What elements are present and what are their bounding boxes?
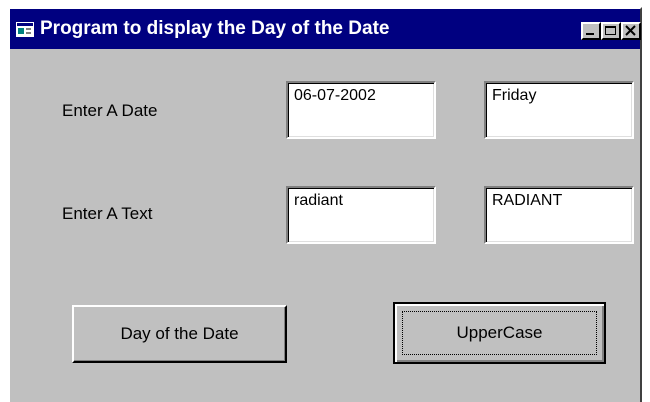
close-button[interactable] [621,22,641,40]
minimize-icon [586,33,594,35]
app-window: Program to display the Day of the Date E… [8,7,642,402]
title-bar[interactable]: Program to display the Day of the Date [10,9,641,49]
day-of-the-date-button-label: Day of the Date [120,324,239,343]
maximize-icon [605,26,616,35]
app-window-icon [16,22,34,37]
date-label: Enter A Date [62,101,158,120]
date-input[interactable]: 06-07-2002 [286,81,436,139]
text-input[interactable]: radiant [286,186,436,244]
close-icon [625,25,636,36]
window-title: Program to display the Day of the Date [40,18,390,39]
uppercase-button[interactable]: UpperCase [393,302,606,364]
uppercase-output-field[interactable]: RADIANT [484,186,634,244]
text-label: Enter A Text [62,204,153,223]
uppercase-button-label: UpperCase [456,323,543,342]
maximize-button[interactable] [601,22,621,40]
day-of-the-date-button[interactable]: Day of the Date [72,305,287,363]
day-output-field[interactable]: Friday [484,81,634,139]
minimize-button[interactable] [581,22,601,40]
